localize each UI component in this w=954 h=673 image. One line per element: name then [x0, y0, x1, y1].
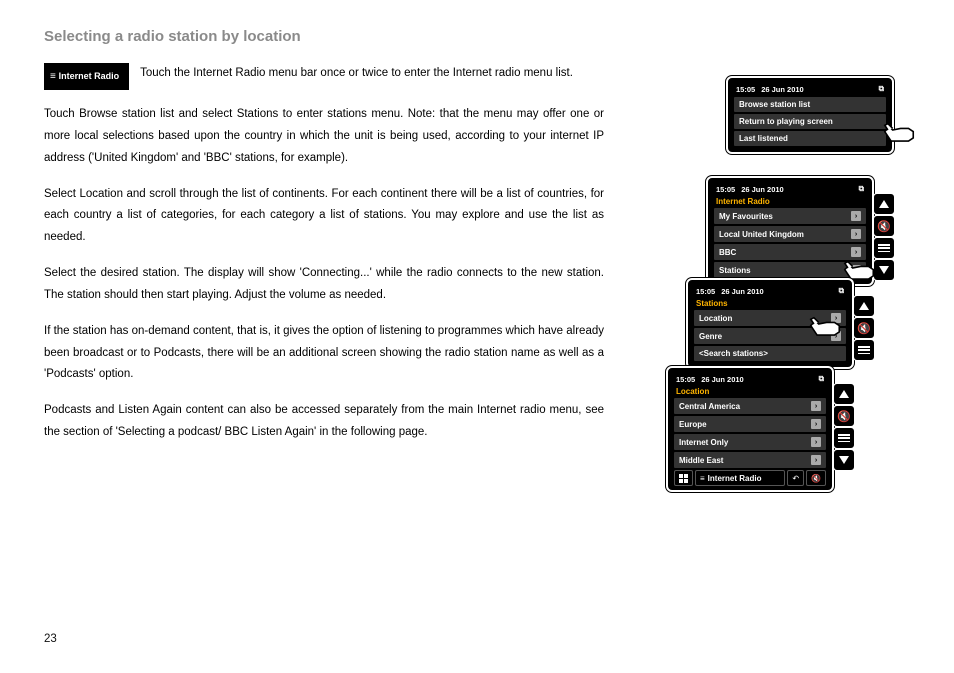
page-heading: Selecting a radio station by location [44, 28, 910, 45]
menu-button[interactable] [854, 340, 874, 360]
list-item[interactable]: Stations› [714, 262, 866, 278]
list-item[interactable]: Return to playing screen [734, 114, 886, 129]
status-date: 26 Jun 2010 [721, 287, 764, 296]
paragraph-6: Podcasts and Listen Again content can al… [44, 400, 604, 444]
list-item[interactable]: <Search stations> [694, 346, 846, 361]
para1-text: Touch the Internet Radio menu bar once o… [140, 67, 573, 79]
scroll-up-button[interactable] [874, 194, 894, 214]
status-date: 26 Jun 2010 [761, 85, 804, 94]
screen-browse: 15:05 26 Jun 2010 ⧉ Browse station list … [728, 78, 892, 152]
chevron-right-icon: › [811, 401, 821, 411]
menu-button[interactable] [834, 428, 854, 448]
menu-button[interactable] [874, 238, 894, 258]
list-item[interactable]: Middle East› [674, 452, 826, 468]
mute-button[interactable]: 🔇 [806, 470, 826, 486]
status-time: 15:05 [736, 85, 755, 94]
paragraph-5: If the station has on-demand content, th… [44, 321, 604, 387]
status-time: 15:05 [716, 185, 735, 194]
list-item[interactable]: Europe› [674, 416, 826, 432]
paragraph-3: Select Location and scroll through the l… [44, 184, 604, 250]
list-item[interactable]: My Favourites› [714, 208, 866, 224]
paragraph-1: Internet Radio Touch the Internet Radio … [44, 63, 604, 90]
chevron-right-icon: › [851, 247, 861, 257]
list-item[interactable]: Internet Only› [674, 434, 826, 450]
paragraph-4: Select the desired station. The display … [44, 263, 604, 307]
mute-button[interactable]: 🔇 [874, 216, 894, 236]
list-item[interactable]: Browse station list [734, 97, 886, 112]
screen-title: Location [672, 387, 828, 398]
status-time: 15:05 [676, 375, 695, 384]
chevron-right-icon: › [811, 419, 821, 429]
list-item[interactable]: Location› [694, 310, 846, 326]
status-date: 26 Jun 2010 [741, 185, 784, 194]
scroll-down-button[interactable] [834, 450, 854, 470]
mute-button[interactable]: 🔇 [834, 406, 854, 426]
status-date: 26 Jun 2010 [701, 375, 744, 384]
list-item[interactable]: Local United Kingdom› [714, 226, 866, 242]
chevron-right-icon: › [831, 331, 841, 341]
home-button[interactable] [674, 470, 693, 486]
mute-button[interactable]: 🔇 [854, 318, 874, 338]
chevron-right-icon: › [831, 313, 841, 323]
mode-bar[interactable]: ≡Internet Radio [695, 470, 785, 486]
screen-title: Internet Radio [712, 197, 868, 208]
wifi-icon: ⧉ [819, 374, 824, 384]
list-item[interactable]: Central America› [674, 398, 826, 414]
screen-stations: 15:05 26 Jun 2010 ⧉ Stations Location› G… [688, 280, 852, 367]
screen-internet-radio: 15:05 26 Jun 2010 ⧉ Internet Radio My Fa… [708, 178, 872, 284]
scroll-up-button[interactable] [854, 296, 874, 316]
chevron-right-icon: › [851, 211, 861, 221]
page-number: 23 [44, 633, 57, 645]
body-text: Internet Radio Touch the Internet Radio … [44, 63, 604, 444]
screen-location: 15:05 26 Jun 2010 ⧉ Location Central Ame… [668, 368, 832, 490]
wifi-icon: ⧉ [839, 286, 844, 296]
chevron-right-icon: › [851, 229, 861, 239]
scroll-down-button[interactable] [874, 260, 894, 280]
list-item[interactable]: BBC› [714, 244, 866, 260]
chevron-right-icon: › [811, 455, 821, 465]
chevron-right-icon: › [811, 437, 821, 447]
back-button[interactable]: ↶ [787, 470, 804, 486]
status-time: 15:05 [696, 287, 715, 296]
wifi-icon: ⧉ [859, 184, 864, 194]
internet-radio-pill: Internet Radio [44, 63, 129, 90]
paragraph-2: Touch Browse station list and select Sta… [44, 104, 604, 170]
scroll-up-button[interactable] [834, 384, 854, 404]
chevron-right-icon: › [851, 265, 861, 275]
list-item[interactable]: Last listened [734, 131, 886, 146]
screen-title: Stations [692, 299, 848, 310]
wifi-icon: ⧉ [879, 84, 884, 94]
list-item[interactable]: Genre› [694, 328, 846, 344]
